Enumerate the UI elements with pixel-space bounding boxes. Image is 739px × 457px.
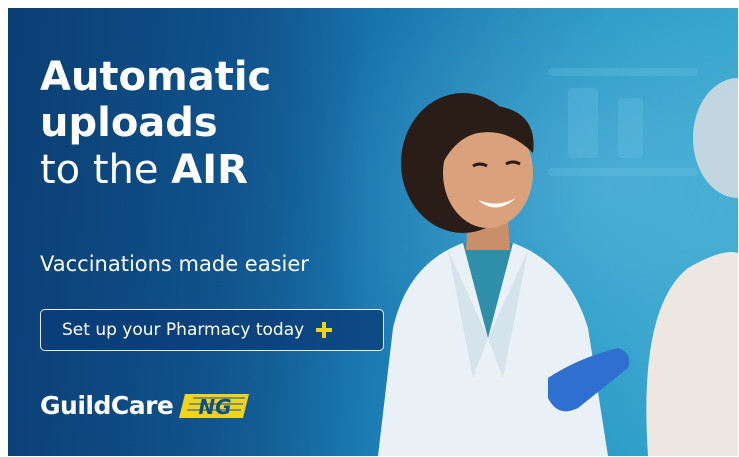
headline-line-1: Automatic — [40, 54, 272, 100]
setup-pharmacy-button-label: Set up your Pharmacy today — [62, 320, 305, 340]
headline-line-3-emphasis: AIR — [171, 146, 248, 193]
headline-line-3-prefix: to the — [40, 146, 172, 193]
headline-line-2: uploads — [40, 100, 218, 147]
headline: Automatic uploads to the AIR — [40, 54, 271, 193]
setup-pharmacy-button[interactable]: Set up your Pharmacy today — [40, 309, 384, 351]
subtitle: Vaccinations made easier — [40, 252, 309, 276]
logo-ng-text: NG — [199, 395, 232, 419]
patient-photo — [646, 78, 738, 456]
logo-brand: GuildCare — [40, 390, 174, 420]
headline-line-3: to the AIR — [40, 147, 271, 193]
logo-ng-mark: NG — [179, 394, 250, 419]
pharmacist-photo — [378, 93, 630, 456]
guildcare-ng-logo[interactable]: GuildCare NG — [40, 390, 251, 420]
promo-banner[interactable]: Automatic uploads to the AIR Vaccination… — [8, 8, 738, 456]
plus-icon — [316, 322, 333, 338]
